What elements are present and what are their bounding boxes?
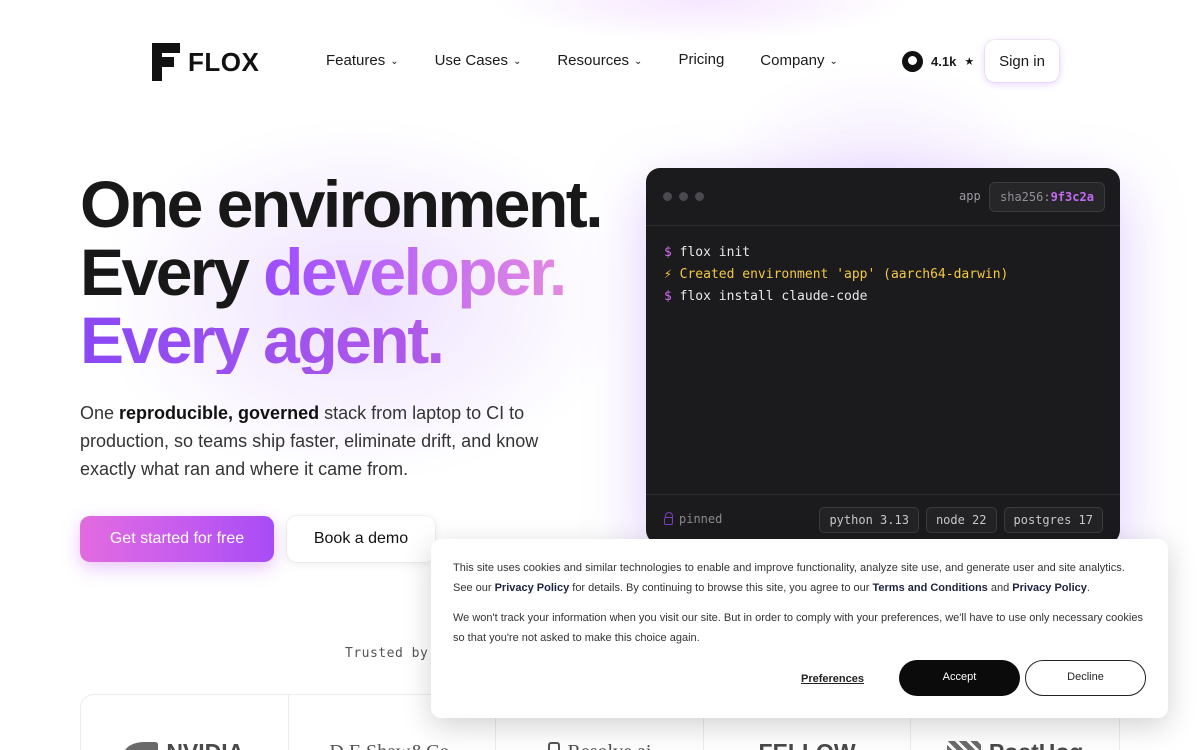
headline-line-1: One environment. [80, 167, 604, 241]
sign-in-button[interactable]: Sign in [985, 40, 1059, 82]
terminal-footer: pinned python 3.13 node 22 postgres 17 [646, 494, 1120, 544]
sub-part-a: One [80, 403, 120, 423]
cookie-text-2: We won't track your information when you… [453, 612, 1143, 644]
nav-pricing-label: Pricing [678, 51, 725, 68]
package-pill-python: python 3.13 [819, 507, 919, 533]
pinned-indicator: pinned [664, 511, 723, 526]
nav-features[interactable]: Features ⌄ [326, 52, 399, 69]
trusted-by-label: Trusted by l [345, 646, 445, 661]
fellow-logo: FELLOW [759, 729, 856, 750]
nvidia-logo-text: NVIDIA [166, 739, 244, 750]
github-stars-link[interactable]: 4.1k ★ [902, 51, 974, 72]
star-icon: ★ [964, 56, 975, 68]
flox-logo-text: FLOX [188, 46, 260, 77]
terms-link[interactable]: Terms and Conditions [872, 582, 987, 594]
github-stars-count: 4.1k [931, 54, 957, 69]
cookie-preferences-link[interactable]: Preferences [801, 670, 864, 690]
nvidia-logo: NVIDIA [124, 729, 244, 750]
cookie-text-part: and [987, 581, 1013, 594]
cookie-decline-button[interactable]: Decline [1025, 660, 1146, 696]
package-pill-node: node 22 [925, 507, 997, 533]
lightning-icon: ⚡ [664, 267, 672, 282]
sha-badge: sha256: 9f3c2a [989, 182, 1105, 212]
terminal-command: flox install claude-code [679, 289, 868, 304]
cookie-text-part: for details. By continuing to browse thi… [569, 581, 873, 594]
headline-line-2-a: Every [80, 235, 264, 309]
posthog-logo: PostHog [946, 729, 1084, 750]
headline-line-2: Every developer. [80, 238, 601, 306]
chevron-down-icon: ⌄ [829, 56, 838, 67]
package-pills: python 3.13 node 22 postgres 17 [819, 507, 1103, 533]
main-menu: Features ⌄ Use Cases ⌄ Resources ⌄ Prici… [326, 51, 838, 69]
chevron-down-icon: ⌄ [634, 56, 643, 67]
window-dot-icon [663, 192, 672, 201]
sha-prefix: sha256: [1000, 190, 1051, 204]
pinned-label: pinned [679, 512, 723, 526]
nvidia-eye-icon [124, 742, 159, 750]
resolve-mark-icon [547, 742, 560, 750]
nav-pricing[interactable]: Pricing [678, 51, 724, 68]
logo-cell-nvidia: NVIDIA [81, 695, 289, 750]
terminal-command: flox init [679, 245, 751, 260]
resolve-logo: Resolve.ai [547, 729, 652, 750]
get-started-button[interactable]: Get started for free [80, 516, 274, 562]
deshaw-logo: D.E.Shaw&Co. [329, 729, 454, 750]
cookie-accept-button[interactable]: Accept [899, 660, 1020, 696]
top-navigation: FLOX Features ⌄ Use Cases ⌄ Resources ⌄ … [0, 0, 1200, 120]
terminal-line: ⚡ Created environment 'app' (aarch64-dar… [664, 264, 1102, 286]
cookie-consent-banner: This site uses cookies and similar techn… [431, 539, 1168, 718]
privacy-policy-link[interactable]: Privacy Policy [495, 582, 570, 594]
headline-line-3: Every agent. [80, 306, 601, 374]
cookie-text-1: This site uses cookies and similar techn… [453, 559, 1146, 598]
book-demo-button[interactable]: Book a demo [287, 516, 435, 562]
terminal-message: Created environment 'app' (aarch64-darwi… [679, 267, 1009, 282]
nav-use-cases-label: Use Cases [434, 52, 508, 69]
terminal-header: app sha256: 9f3c2a [646, 168, 1120, 226]
window-dot-icon [679, 192, 688, 201]
headline-line-2-highlight: developer. [263, 235, 567, 309]
chevron-down-icon: ⌄ [390, 56, 399, 67]
prompt-symbol: $ [664, 289, 672, 304]
nav-company-label: Company [760, 52, 825, 69]
sub-emphasis: reproducible, governed [119, 403, 320, 423]
terminal-line: $ flox init [664, 242, 1102, 264]
flox-logo-mark-icon [152, 43, 180, 81]
nav-features-label: Features [326, 52, 386, 69]
github-icon [902, 51, 923, 72]
package-pill-postgres: postgres 17 [1003, 507, 1103, 533]
terminal-output: $ flox init ⚡ Created environment 'app' … [646, 226, 1120, 324]
nav-resources[interactable]: Resources ⌄ [557, 52, 642, 69]
prompt-symbol: $ [664, 245, 672, 260]
terminal-app-label: app [959, 189, 981, 203]
hero-subheading: One reproducible, governed stack from la… [80, 399, 580, 483]
posthog-logo-text: PostHog [989, 739, 1084, 750]
nav-resources-label: Resources [557, 52, 630, 69]
lock-icon [664, 511, 673, 525]
flox-logo[interactable]: FLOX [150, 43, 259, 81]
posthog-hedgehog-icon [946, 741, 981, 750]
chevron-down-icon: ⌄ [512, 56, 522, 67]
nav-use-cases[interactable]: Use Cases ⌄ [435, 52, 522, 69]
terminal-line: $ flox install claude-code [664, 286, 1102, 308]
terminal-window: app sha256: 9f3c2a $ flox init ⚡ Created … [646, 168, 1120, 544]
sha-hash: 9f3c2a [1050, 190, 1094, 204]
privacy-policy-link-2[interactable]: Privacy Policy [1012, 582, 1087, 594]
cookie-text-part: . [1086, 581, 1090, 594]
window-dot-icon [695, 192, 704, 201]
hero-headline: One environment. Every developer. Every … [80, 167, 604, 374]
nav-company[interactable]: Company ⌄ [760, 52, 838, 69]
resolve-logo-text: Resolve.ai [568, 741, 652, 750]
